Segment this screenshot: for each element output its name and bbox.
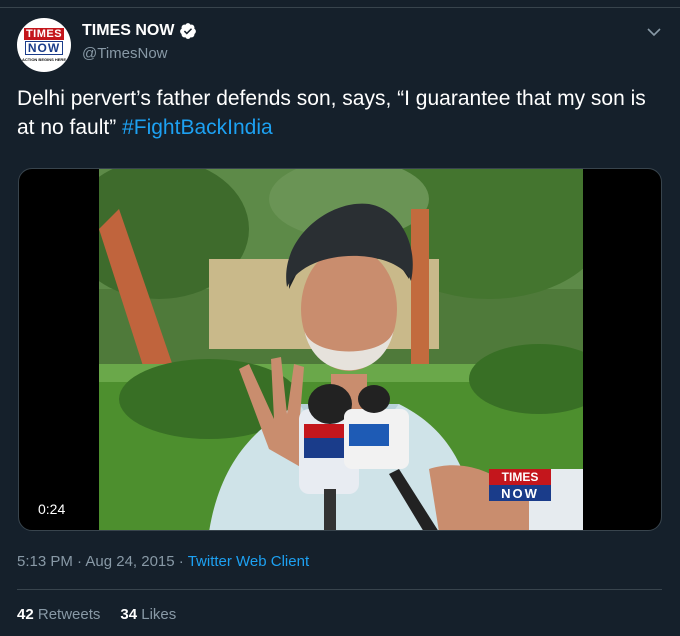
tweet-text: Delhi pervert’s father defends son, says… [17, 84, 662, 142]
avatar-logo-tagline: ACTION BEGINS HERE [21, 57, 66, 62]
tweet-meta: 5:13 PM · Aug 24, 2015 · Twitter Web Cli… [17, 553, 309, 570]
tweet-stats: 42 Retweets 34 Likes [17, 606, 176, 623]
video-watermark-times: TIMES [502, 470, 539, 484]
video-still-image: TIMES NOW [99, 169, 583, 530]
video-frame[interactable]: TIMES NOW [99, 169, 583, 530]
top-divider [0, 0, 680, 8]
retweets-label: Retweets [37, 606, 101, 623]
avatar-logo-times: TIMES [23, 28, 65, 40]
avatar[interactable]: TIMES NOW ACTION BEGINS HERE [17, 18, 71, 72]
retweets-count: 42 [17, 606, 34, 623]
meta-separator: · [174, 553, 188, 570]
video-duration-badge: 0:24 [31, 498, 73, 520]
likes-label: Likes [141, 606, 177, 623]
video-player[interactable]: TIMES NOW 0:24 [18, 168, 662, 531]
likes-count: 34 [120, 606, 138, 623]
hashtag-link[interactable]: #FightBackIndia [122, 116, 273, 139]
display-name-link[interactable]: TIMES NOW [82, 22, 197, 40]
stats-divider [17, 589, 662, 590]
user-handle[interactable]: @TimesNow [82, 45, 168, 62]
verified-badge-icon [180, 23, 197, 39]
tweet-timestamp[interactable]: 5:13 PM · Aug 24, 2015 [17, 553, 175, 570]
likes-stat[interactable]: 34 Likes [120, 606, 176, 623]
display-name: TIMES NOW [82, 22, 175, 39]
tweet-client-link[interactable]: Twitter Web Client [188, 553, 309, 570]
chevron-down-icon[interactable] [646, 26, 662, 38]
tweet-body: Delhi pervert’s father defends son, says… [17, 87, 646, 139]
retweets-stat[interactable]: 42 Retweets [17, 606, 100, 623]
avatar-logo-now: NOW [24, 41, 64, 55]
video-watermark-now: NOW [501, 486, 539, 501]
